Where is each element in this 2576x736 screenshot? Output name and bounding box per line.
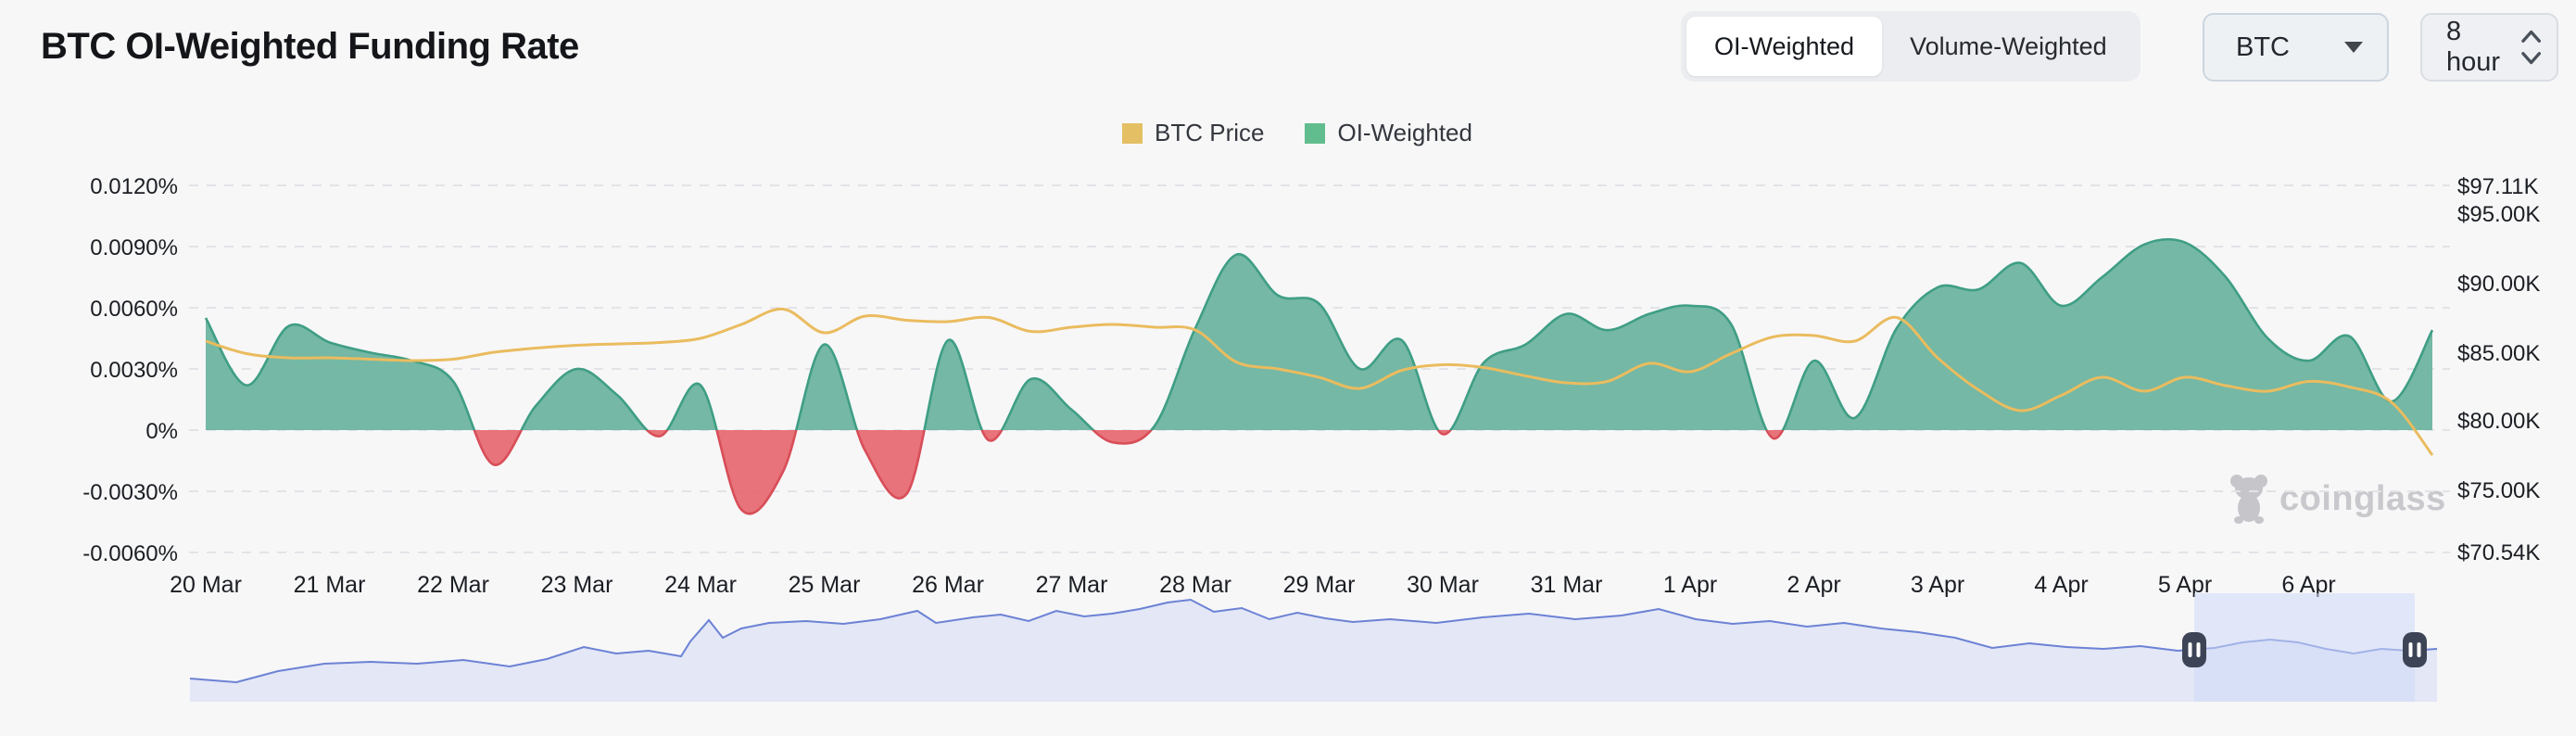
x-axis-label: 21 Mar	[294, 572, 366, 598]
y-axis-right-label: $95.00K	[2457, 202, 2540, 227]
y-axis-right-label: $70.54K	[2457, 540, 2540, 565]
y-axis-left-label: 0%	[145, 419, 178, 444]
x-axis-label: 20 Mar	[170, 572, 242, 598]
x-axis-label: 23 Mar	[541, 572, 613, 598]
x-axis-label: 31 Mar	[1531, 572, 1603, 598]
navigator-handle-left[interactable]	[2182, 632, 2206, 667]
x-axis-label: 29 Mar	[1283, 572, 1356, 598]
funding-rate-page: BTC OI-Weighted Funding Rate OI-Weighted…	[0, 0, 2576, 736]
x-axis-label: 26 Mar	[912, 572, 984, 598]
navigator-selection[interactable]	[2194, 593, 2415, 702]
y-axis-right-label: $97.11K	[2457, 174, 2539, 199]
x-axis-label: 30 Mar	[1407, 572, 1479, 598]
y-axis-right-label: $80.00K	[2457, 409, 2540, 434]
x-axis-label: 2 Apr	[1787, 572, 1840, 598]
x-axis-label: 25 Mar	[789, 572, 861, 598]
x-axis-label: 28 Mar	[1159, 572, 1231, 598]
y-axis-right-label: $75.00K	[2457, 478, 2540, 503]
y-axis-left-label: -0.0030%	[82, 480, 178, 505]
y-axis-left-label: -0.0060%	[82, 541, 178, 566]
y-axis-right-label: $85.00K	[2457, 341, 2540, 366]
y-axis-right-label: $90.00K	[2457, 272, 2540, 297]
y-axis-left-label: 0.0090%	[90, 235, 178, 260]
y-axis-left-label: 0.0120%	[90, 174, 178, 199]
x-axis-label: 24 Mar	[664, 572, 737, 598]
x-axis-label: 22 Mar	[417, 572, 489, 598]
x-axis-label: 27 Mar	[1036, 572, 1108, 598]
main-chart: 0.0120% 0.0090% 0.0060% 0.0030% 0% -0.0030% -0…	[82, 174, 2540, 702]
x-axis-label: 4 Apr	[2034, 572, 2088, 598]
y-axis-left-label: 0.0030%	[90, 358, 178, 383]
navigator-handle-right[interactable]	[2403, 632, 2427, 667]
x-axis-label: 3 Apr	[1911, 572, 1964, 598]
y-axis-left-label: 0.0060%	[90, 297, 178, 322]
x-axis-label: 1 Apr	[1663, 572, 1717, 598]
